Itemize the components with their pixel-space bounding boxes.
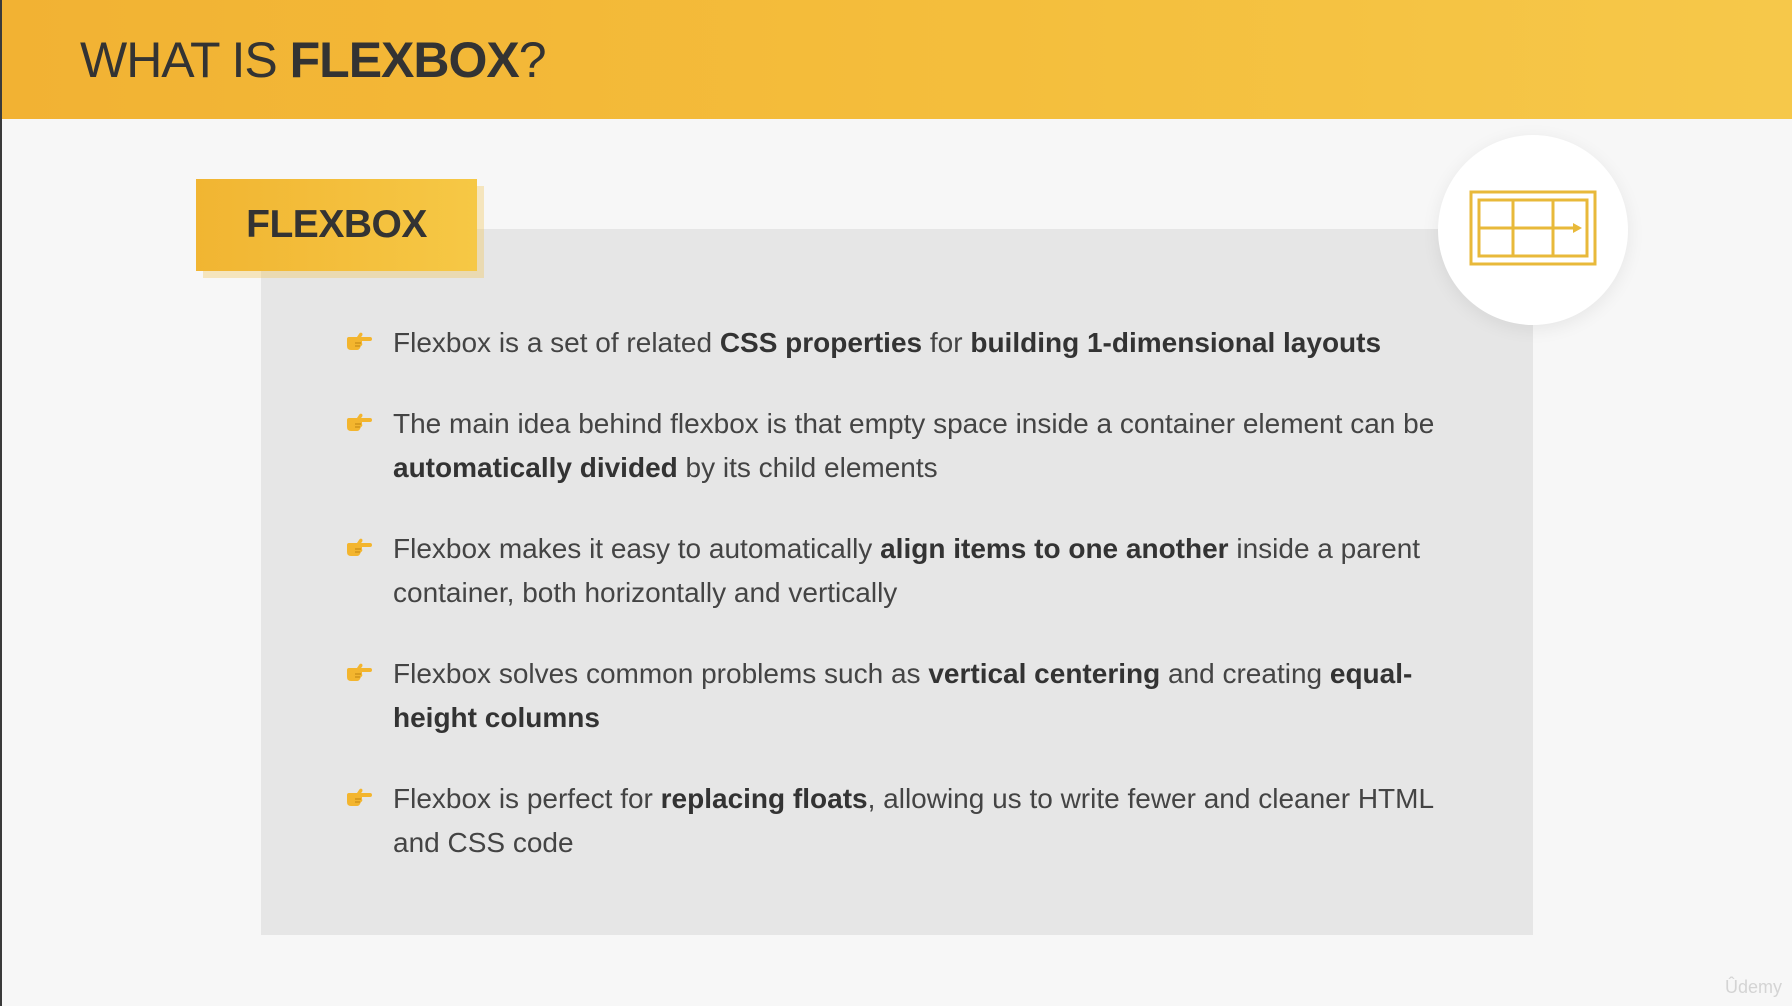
bullet-text: by its child elements: [677, 452, 938, 483]
section-tag: FLEXBOX: [196, 179, 477, 271]
bullet-emphasis: building 1-dimensional layouts: [970, 327, 1382, 358]
pointing-hand-icon: [347, 788, 372, 806]
page-title: WHAT IS FLEXBOX?: [80, 30, 547, 90]
bullet-emphasis: vertical centering: [928, 658, 1161, 689]
section-tag-label: FLEXBOX: [246, 203, 427, 246]
title-suffix: ?: [518, 32, 547, 88]
flex-layout-icon: [1469, 190, 1597, 266]
title-emphasis: FLEXBOX: [289, 32, 520, 88]
bullet-item: Flexbox is perfect for replacing floats,…: [345, 777, 1445, 865]
pointing-hand-icon: [347, 332, 372, 350]
bullet-emphasis: align items to one another: [880, 533, 1229, 564]
icon-badge: [1438, 135, 1628, 325]
bullet-text: The main idea behind flexbox is that emp…: [393, 408, 1435, 439]
bullet-item: Flexbox solves common problems such as v…: [345, 652, 1445, 740]
bullet-text: and creating: [1160, 658, 1330, 689]
watermark-logo: Ûdemy: [1724, 977, 1782, 997]
pointing-hand-icon: [347, 413, 372, 431]
frame-edge: [0, 0, 2, 1006]
bullet-item: The main idea behind flexbox is that emp…: [345, 402, 1445, 490]
bullet-list: Flexbox is a set of related CSS properti…: [345, 321, 1445, 902]
pointing-hand-icon: [347, 538, 372, 556]
bullet-emphasis: CSS properties: [719, 327, 923, 358]
bullet-emphasis: automatically divided: [393, 452, 678, 483]
bullet-item: Flexbox makes it easy to automatically a…: [345, 527, 1445, 615]
bullet-text: Flexbox is perfect for: [393, 783, 661, 814]
header-bar: WHAT IS FLEXBOX?: [2, 0, 1792, 119]
bullet-item: Flexbox is a set of related CSS properti…: [345, 321, 1445, 365]
bullet-text: Flexbox is a set of related: [393, 327, 720, 358]
bullet-text: for: [922, 327, 971, 358]
bullet-text: Flexbox solves common problems such as: [393, 658, 929, 689]
bullet-text: Flexbox makes it easy to automatically: [393, 533, 881, 564]
pointing-hand-icon: [347, 663, 372, 681]
bullet-emphasis: replacing floats: [660, 783, 868, 814]
title-prefix: WHAT IS: [80, 32, 290, 88]
